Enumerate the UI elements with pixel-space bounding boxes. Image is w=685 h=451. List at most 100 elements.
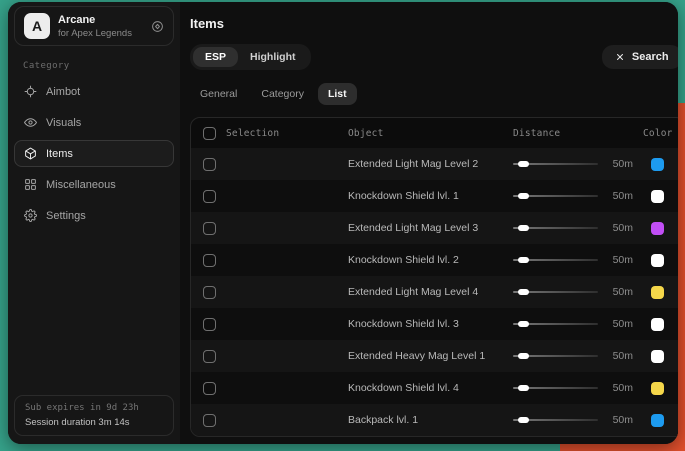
grid-icon <box>24 178 37 191</box>
search-button[interactable]: Search <box>602 45 678 69</box>
column-header-object: Object <box>348 128 513 139</box>
toolbar: ESP Highlight Search <box>190 44 678 70</box>
distance-slider[interactable] <box>513 259 598 261</box>
distance-value: 50m <box>613 286 633 298</box>
distance-value: 50m <box>613 190 633 202</box>
object-label: Backpack lvl. 1 <box>348 414 513 426</box>
sidebar-item-settings[interactable]: Settings <box>14 202 174 229</box>
sub-expires-text: Sub expires in 9d 23h <box>25 403 163 413</box>
slider-thumb[interactable] <box>518 353 529 359</box>
view-tab-general[interactable]: General <box>190 83 247 105</box>
sidebar-item-label: Aimbot <box>46 86 80 98</box>
table-row: Knockdown Shield lvl. 4 50m <box>191 372 678 404</box>
gear-icon <box>24 209 37 222</box>
sidebar-item-label: Settings <box>46 210 86 222</box>
column-header-distance: Distance <box>513 128 643 139</box>
view-tab-category[interactable]: Category <box>251 83 314 105</box>
crosshair-icon <box>24 85 37 98</box>
distance-slider[interactable] <box>513 419 598 421</box>
distance-slider[interactable] <box>513 195 598 197</box>
page-title: Items <box>190 16 678 31</box>
row-checkbox[interactable] <box>203 382 216 395</box>
distance-slider[interactable] <box>513 323 598 325</box>
color-swatch-white[interactable] <box>651 318 664 331</box>
color-swatch-blue[interactable] <box>651 414 664 427</box>
sidebar-item-items[interactable]: Items <box>14 140 174 167</box>
app-subtitle: for Apex Legends <box>58 28 132 39</box>
slider-thumb[interactable] <box>518 385 529 391</box>
items-table: Selection Object Distance Color Extended… <box>190 117 678 437</box>
color-swatch-blue[interactable] <box>651 158 664 171</box>
distance-slider[interactable] <box>513 291 598 293</box>
distance-value: 50m <box>613 254 633 266</box>
app-window: A Arcane for Apex Legends Category Aimbo… <box>8 2 678 444</box>
distance-value: 50m <box>613 382 633 394</box>
distance-slider[interactable] <box>513 387 598 389</box>
session-info-card: Sub expires in 9d 23h Session duration 3… <box>14 395 174 436</box>
select-all-checkbox[interactable] <box>203 127 216 140</box>
object-label: Knockdown Shield lvl. 2 <box>348 254 513 266</box>
eye-icon <box>24 116 37 129</box>
distance-value: 50m <box>613 318 633 330</box>
sidebar-item-miscellaneous[interactable]: Miscellaneous <box>14 171 174 198</box>
color-swatch-purple[interactable] <box>651 222 664 235</box>
table-row: Knockdown Shield lvl. 1 50m <box>191 180 678 212</box>
slider-thumb[interactable] <box>518 321 529 327</box>
slider-thumb[interactable] <box>518 257 529 263</box>
object-label: Extended Light Mag Level 2 <box>348 158 513 170</box>
row-checkbox[interactable] <box>203 286 216 299</box>
slider-thumb[interactable] <box>518 289 529 295</box>
row-checkbox[interactable] <box>203 190 216 203</box>
mode-tab-highlight[interactable]: Highlight <box>238 47 308 67</box>
app-logo: A <box>24 13 50 39</box>
color-swatch-white[interactable] <box>651 190 664 203</box>
row-checkbox[interactable] <box>203 222 216 235</box>
table-row: Knockdown Shield lvl. 2 50m <box>191 244 678 276</box>
badge-icon[interactable] <box>151 20 164 33</box>
object-label: Extended Light Mag Level 3 <box>348 222 513 234</box>
close-icon <box>615 52 625 62</box>
table-header-row: Selection Object Distance Color <box>191 118 678 148</box>
row-checkbox[interactable] <box>203 350 216 363</box>
row-checkbox[interactable] <box>203 318 216 331</box>
sidebar: A Arcane for Apex Legends Category Aimbo… <box>8 2 180 444</box>
distance-value: 50m <box>613 222 633 234</box>
app-title: Arcane <box>58 14 132 26</box>
sidebar-item-label: Items <box>46 148 73 160</box>
table-row: Extended Heavy Mag Level 1 50m <box>191 340 678 372</box>
slider-thumb[interactable] <box>518 193 529 199</box>
table-row: Knockdown Shield lvl. 3 50m <box>191 308 678 340</box>
sidebar-item-label: Miscellaneous <box>46 179 116 191</box>
row-checkbox[interactable] <box>203 254 216 267</box>
color-swatch-white[interactable] <box>651 254 664 267</box>
color-swatch-yellow[interactable] <box>651 286 664 299</box>
sidebar-item-label: Visuals <box>46 117 81 129</box>
sidebar-item-visuals[interactable]: Visuals <box>14 109 174 136</box>
table-row: Extended Light Mag Level 4 50m <box>191 276 678 308</box>
mode-tab-esp[interactable]: ESP <box>193 47 238 67</box>
column-header-selection: Selection <box>226 128 279 139</box>
distance-slider[interactable] <box>513 163 598 165</box>
sidebar-item-aimbot[interactable]: Aimbot <box>14 78 174 105</box>
object-label: Extended Light Mag Level 4 <box>348 286 513 298</box>
mode-tab-group: ESP Highlight <box>190 44 311 70</box>
color-swatch-white[interactable] <box>651 350 664 363</box>
object-label: Extended Heavy Mag Level 1 <box>348 350 513 362</box>
slider-thumb[interactable] <box>518 225 529 231</box>
distance-slider[interactable] <box>513 355 598 357</box>
color-swatch-yellow[interactable] <box>651 382 664 395</box>
category-section-label: Category <box>23 61 174 71</box>
logo-card: A Arcane for Apex Legends <box>14 6 174 46</box>
session-duration-text: Session duration 3m 14s <box>25 417 163 428</box>
slider-thumb[interactable] <box>518 161 529 167</box>
row-checkbox[interactable] <box>203 414 216 427</box>
table-body: Extended Light Mag Level 2 50m Knockdown… <box>191 148 678 436</box>
distance-value: 50m <box>613 158 633 170</box>
row-checkbox[interactable] <box>203 158 216 171</box>
cube-icon <box>24 147 37 160</box>
view-tab-list[interactable]: List <box>318 83 357 105</box>
sidebar-nav: Aimbot Visuals Items Miscellaneous Setti… <box>14 78 174 229</box>
distance-slider[interactable] <box>513 227 598 229</box>
table-row: Extended Light Mag Level 3 50m <box>191 212 678 244</box>
slider-thumb[interactable] <box>518 417 529 423</box>
